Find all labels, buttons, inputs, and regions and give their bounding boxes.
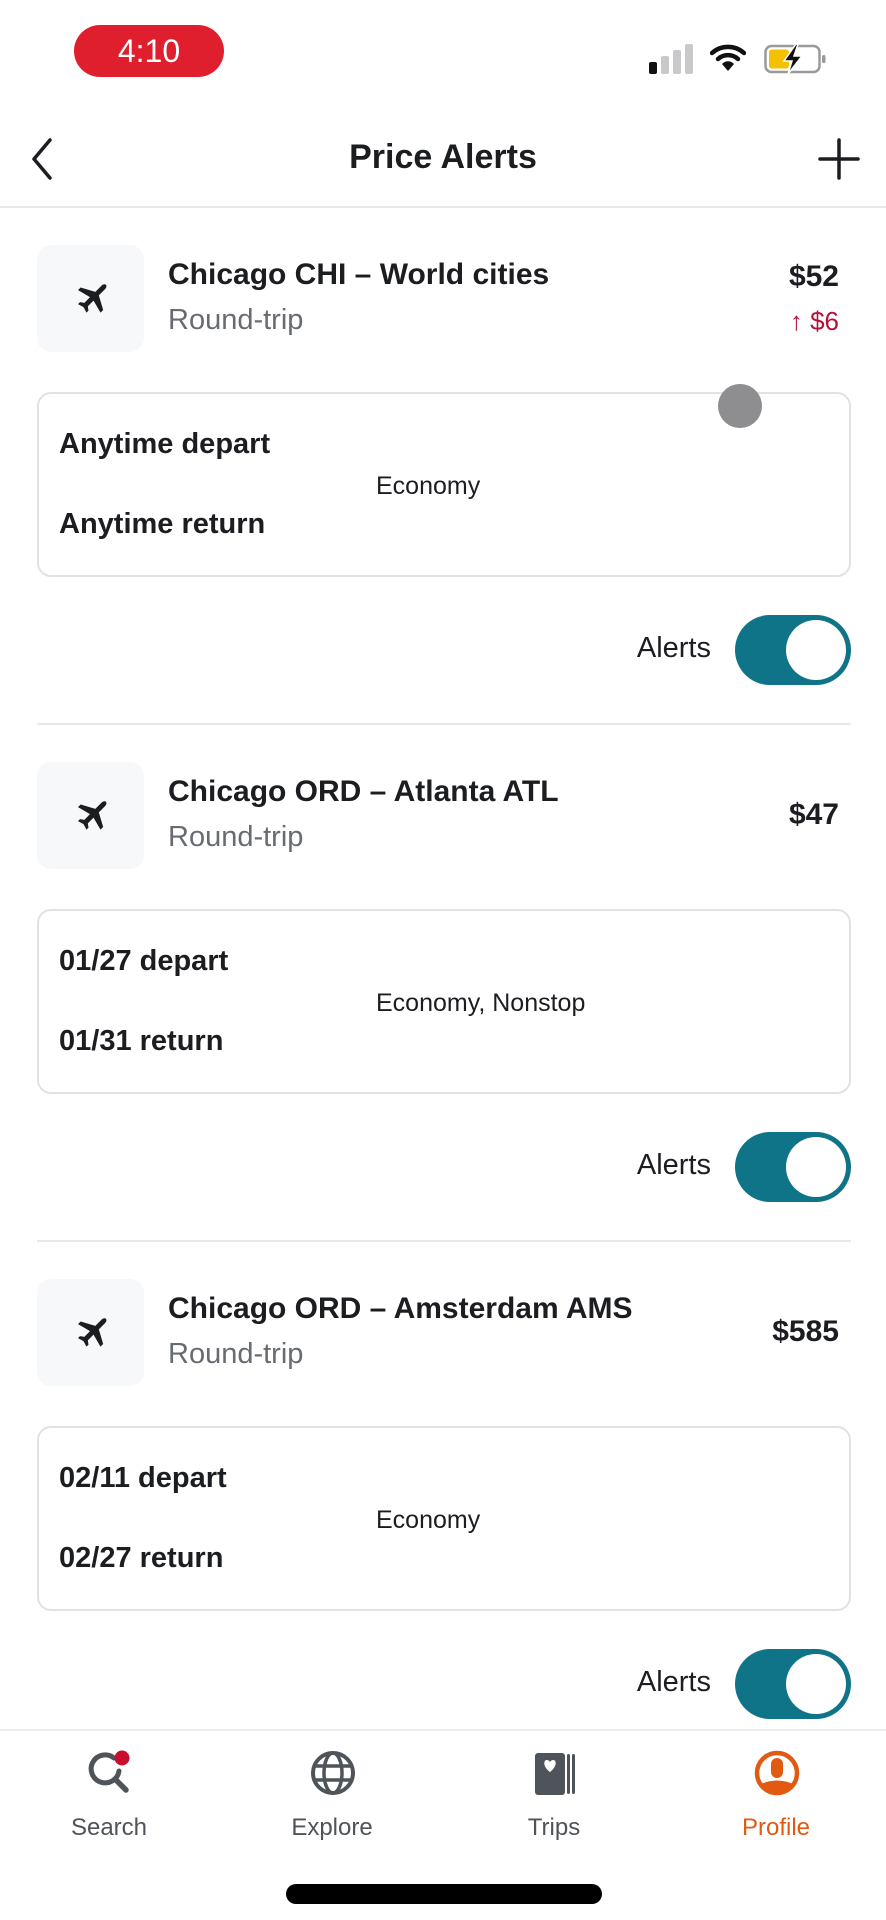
route-title: Chicago CHI – World cities [168,258,550,291]
flight-icon-box [37,762,144,869]
price-alert-card[interactable]: Chicago ORD – Amsterdam AMS Round-trip $… [0,1034,886,1719]
cabin-class: Economy, Nonstop [376,989,586,1017]
flight-icon-box [37,1279,144,1386]
depart-date: 01/27 depart [59,945,229,977]
price-alert-card[interactable]: Chicago ORD – Atlanta ATL Round-trip $47… [0,517,886,1242]
trip-type: Round-trip [168,1338,304,1370]
airplane-icon [78,284,107,313]
airplane-icon [78,801,107,830]
toggle-knob [786,1654,846,1714]
depart-date: 02/11 depart [59,1462,227,1494]
profile-icon [754,1750,800,1796]
nav-label: Search [70,1814,148,1841]
notification-badge [114,1750,130,1766]
globe-icon [311,1751,355,1795]
search-icon [88,1750,130,1793]
alerts-toggle-label: Alerts [636,1666,711,1698]
nav-item-trips[interactable]: Trips [474,1731,634,1851]
cabin-class: Economy [376,472,481,500]
nav-label: Explore [291,1814,373,1841]
nav-item-profile[interactable]: Profile [696,1731,856,1851]
price-alert-card[interactable]: Chicago CHI – World cities Round-trip $5… [0,0,886,725]
route-title: Chicago ORD – Amsterdam AMS [168,1292,633,1325]
price-change: ↑ $6 [789,306,839,336]
nav-item-search[interactable]: Search [29,1731,189,1851]
nav-label: Trips [527,1814,581,1841]
alerts-toggle[interactable] [735,1649,851,1719]
home-indicator[interactable] [286,1884,602,1904]
trips-icon [535,1753,575,1795]
route-title: Chicago ORD – Atlanta ATL [168,775,559,808]
cabin-class: Economy [376,1506,481,1534]
nav-label: Profile [741,1814,811,1841]
nav-item-explore[interactable]: Explore [252,1731,412,1851]
airplane-icon [78,1318,107,1347]
depart-date: Anytime depart [59,428,271,460]
price: $585 [772,1315,839,1348]
price: $47 [788,798,839,831]
trip-details-box[interactable]: 02/11 depart Economy 02/27 return [37,1426,851,1611]
return-date: 02/27 return [59,1542,224,1574]
flight-icon-box [37,245,144,352]
touch-indicator [718,384,762,428]
trip-type: Round-trip [168,821,304,853]
trip-type: Round-trip [168,304,304,336]
price: $52 [788,260,839,293]
